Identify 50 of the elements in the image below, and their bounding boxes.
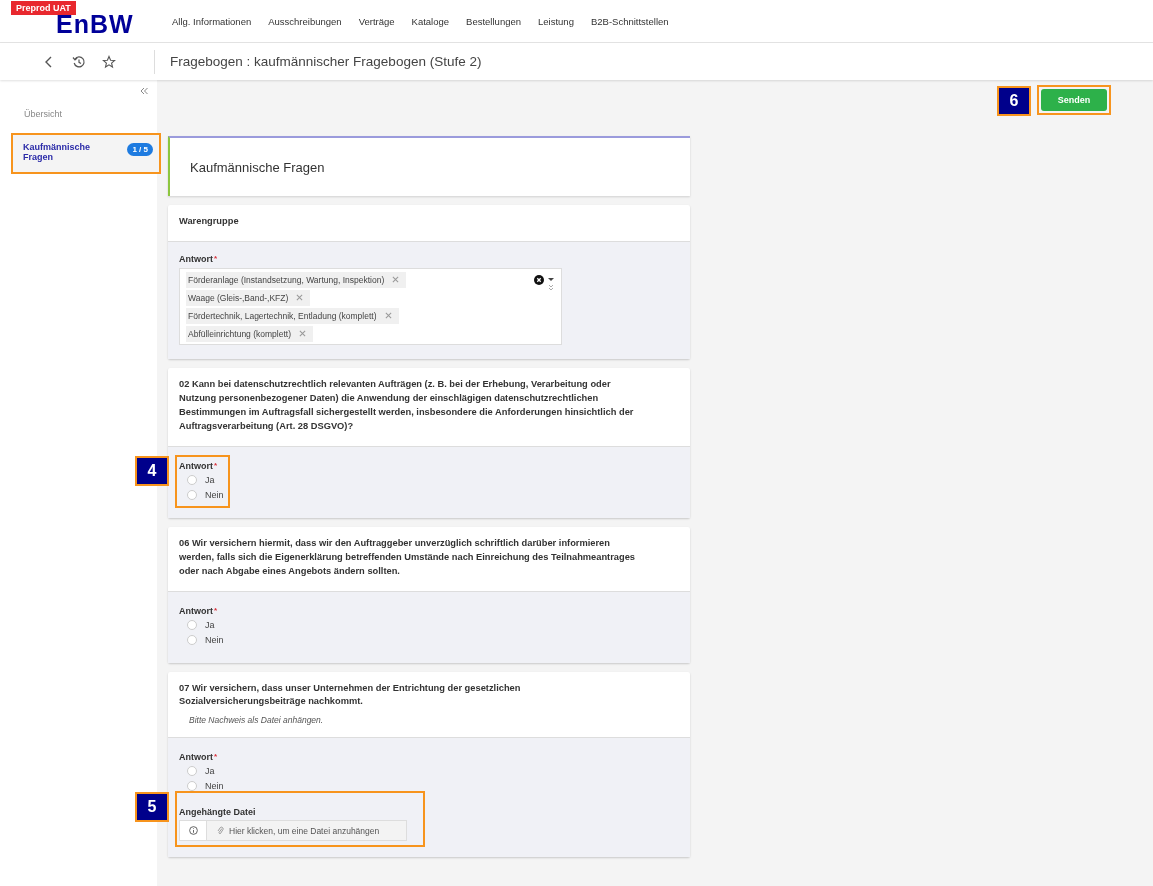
environment-badge: Preprod UAT bbox=[11, 1, 76, 15]
multiselect-field[interactable]: Förderanlage (Instandsetzung, Wartung, Inspektion) Waage (Gleis-,Band-,KFZ) Fördertechnik, Lagertechnik, Entladung (komplett) Abfülleinrichtung (komplett) bbox=[179, 267, 562, 345]
remove-icon[interactable] bbox=[384, 312, 392, 320]
attachment-label: Angehängte Datei bbox=[179, 807, 257, 818]
section-title: Kaufmännische Fragen bbox=[168, 136, 690, 196]
radio-option[interactable]: Ja bbox=[187, 766, 224, 777]
remove-icon[interactable] bbox=[392, 276, 400, 284]
radio-option[interactable]: Nein bbox=[187, 634, 224, 645]
answer-label: Antwort* bbox=[179, 460, 219, 471]
selected-tag: Förderanlage (Instandsetzung, Wartung, Inspektion) bbox=[186, 271, 407, 288]
answer-label: Antwort* bbox=[179, 605, 219, 616]
info-icon bbox=[188, 826, 198, 836]
page-title: Fragebogen : kaufmännischer Fragebogen (Stufe 2) bbox=[170, 54, 482, 69]
question-text: Warengruppe bbox=[179, 215, 240, 228]
clear-icon[interactable] bbox=[534, 274, 544, 285]
logo[interactable]: EnBW bbox=[56, 12, 134, 37]
paperclip-icon bbox=[217, 826, 224, 836]
hint-text: Bitte Nachweis als Datei anhängen. bbox=[189, 715, 325, 726]
nav-item[interactable]: Ausschreibungen bbox=[268, 15, 342, 27]
callout-number: 4 bbox=[135, 455, 169, 486]
attachment-field[interactable]: Hier klicken, um eine Datei anzuhängen bbox=[207, 820, 407, 842]
remove-icon[interactable] bbox=[299, 330, 306, 338]
radio-option[interactable]: Nein bbox=[187, 781, 224, 792]
remove-icon[interactable] bbox=[296, 294, 304, 302]
history-icon[interactable] bbox=[72, 54, 86, 69]
answer-label: Antwort* bbox=[179, 752, 219, 763]
radio-option[interactable]: Nein bbox=[187, 489, 224, 500]
selected-tag: Fördertechnik, Lagertechnik, Entladung (komplett) bbox=[186, 307, 399, 324]
question-text: 07 Wir versichern, dass unser Unternehmen der Entrichtung der gesetzlichen Sozialversicherungsbeiträge nachkommt. bbox=[179, 681, 522, 709]
answer-label: Antwort* bbox=[179, 253, 219, 264]
callout-number: 6 bbox=[997, 86, 1031, 116]
question-text: 02 Kann bei datenschutzrechtlich relevanten Aufträgen (z. B. bei der Erhebung, Verarbeitung oder Nutzung personenbezogener Daten) die Anwendung der einschlägigen datenschutzrechtlichen Bestimmungen im Auftragsfall sichergestellt werden, insbesondere die Anforderungen hinsichtlich der Auftragsverarbeitung (Art. 28 DSGVO)? bbox=[179, 377, 635, 433]
star-icon[interactable] bbox=[102, 54, 116, 69]
radio-option[interactable]: Ja bbox=[187, 474, 224, 485]
selected-tag: Waage (Gleis-,Band-,KFZ) bbox=[186, 289, 311, 306]
nav-item[interactable]: Kataloge bbox=[411, 15, 450, 27]
nav-item[interactable]: Bestellungen bbox=[466, 15, 521, 27]
selected-tag: Abfülleinrichtung (komplett) bbox=[186, 325, 313, 342]
progress-badge: 1 / 5 bbox=[127, 143, 153, 157]
sidebar-item[interactable]: Übersicht bbox=[11, 106, 161, 124]
question-text: 06 Wir versichern hiermit, dass wir den Auftraggeber unverzüglich schriftlich darüber informieren werden, falls sich die Eigenerklärung betreffenden Umstände nach Einreichung des Teilnahmeantrages oder nach Abgabe eines Angebots ändern sollten. bbox=[179, 536, 636, 578]
nav-item[interactable]: B2B-Schnittstellen bbox=[590, 15, 669, 27]
collapse-icon[interactable] bbox=[139, 86, 149, 96]
nav-item[interactable]: Allg. Informationen bbox=[172, 15, 252, 27]
info-button[interactable] bbox=[179, 820, 207, 842]
radio-option[interactable]: Ja bbox=[187, 619, 224, 630]
callout-number: 5 bbox=[135, 792, 169, 823]
nav-item[interactable]: Verträge bbox=[358, 15, 395, 27]
nav-item[interactable]: Leistung bbox=[538, 15, 574, 27]
sidebar-item[interactable]: Kaufmännische Fragen 1 / 5 bbox=[11, 133, 161, 175]
